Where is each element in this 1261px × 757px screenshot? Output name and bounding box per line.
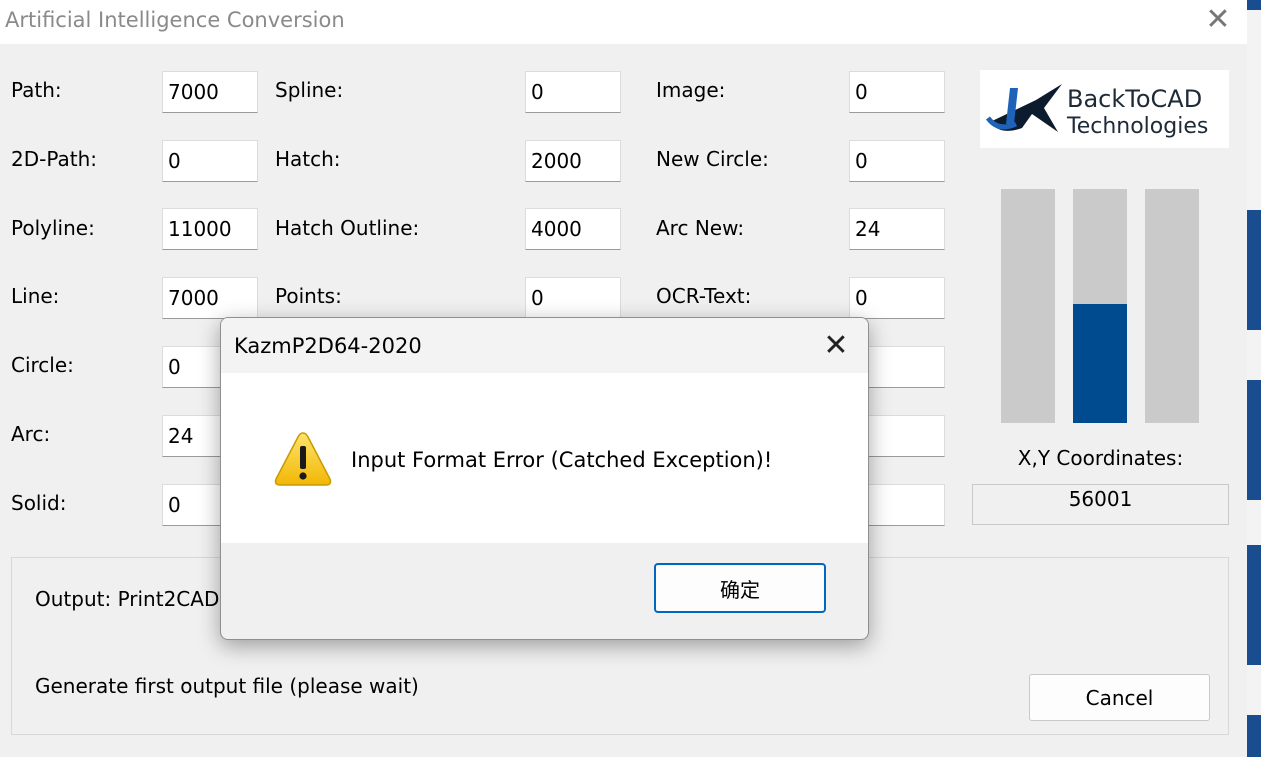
hatch-label: Hatch: xyxy=(275,147,341,171)
arc-label: Arc: xyxy=(11,422,51,446)
image-field[interactable] xyxy=(849,71,945,113)
edge-block xyxy=(1247,0,1261,10)
2d-path-field[interactable] xyxy=(162,140,258,182)
progress-bar-3 xyxy=(1145,189,1199,423)
solid-label: Solid: xyxy=(11,491,67,515)
title-bar: Artificial Intelligence Conversion ✕ xyxy=(0,0,1247,44)
arc-new-field[interactable] xyxy=(849,208,945,250)
line-label: Line: xyxy=(11,284,60,308)
progress-fill xyxy=(1073,303,1127,423)
points-label: Points: xyxy=(275,284,342,308)
path-label: Path: xyxy=(11,78,62,102)
dialog-close-icon[interactable]: ✕ xyxy=(818,328,854,364)
spline-field[interactable] xyxy=(525,71,621,113)
2d-path-label: 2D-Path: xyxy=(11,147,98,171)
edge-block xyxy=(1247,380,1261,500)
ok-button[interactable]: 确定 xyxy=(654,563,826,613)
circle-label: Circle: xyxy=(11,353,74,377)
polyline-field[interactable] xyxy=(162,208,258,250)
logo-mark-icon xyxy=(986,84,1062,132)
window-title: Artificial Intelligence Conversion xyxy=(5,8,345,32)
line-field[interactable] xyxy=(162,277,258,319)
new-circle-label: New Circle: xyxy=(656,147,769,171)
arc-new-label: Arc New: xyxy=(656,216,745,240)
dialog-title: KazmP2D64-2020 xyxy=(234,334,422,358)
error-dialog: KazmP2D64-2020 ✕ Input Format Error (Cat… xyxy=(220,317,869,640)
edge-block xyxy=(1247,210,1261,330)
logo-text-line1: BackToCAD xyxy=(1067,85,1203,113)
ocr-text-label: OCR-Text: xyxy=(656,284,752,308)
edge-block xyxy=(1247,545,1261,665)
hatch-outline-field[interactable] xyxy=(525,208,621,250)
polyline-label: Polyline: xyxy=(11,216,95,240)
path-field[interactable] xyxy=(162,71,258,113)
cancel-button[interactable]: Cancel xyxy=(1029,674,1210,721)
image-label: Image: xyxy=(656,78,726,102)
dialog-body: Input Format Error (Catched Exception)! xyxy=(221,373,868,543)
window-close-icon[interactable]: ✕ xyxy=(1203,4,1233,36)
warning-icon xyxy=(274,432,332,486)
hatch-field[interactable] xyxy=(525,140,621,182)
spline-label: Spline: xyxy=(275,78,344,102)
edge-block xyxy=(1247,715,1261,757)
new-circle-field[interactable] xyxy=(849,140,945,182)
background-window-edge xyxy=(1247,0,1261,757)
ocr-text-field[interactable] xyxy=(849,277,945,319)
hatch-outline-label: Hatch Outline: xyxy=(275,216,420,240)
logo-text-line2: Technologies xyxy=(1067,114,1209,139)
status-text: Generate first output file (please wait) xyxy=(35,674,419,698)
points-field[interactable] xyxy=(525,277,621,319)
progress-bar-1 xyxy=(1001,189,1055,423)
dialog-message: Input Format Error (Catched Exception)! xyxy=(351,448,773,472)
progress-bar-2 xyxy=(1073,189,1127,423)
dialog-title-bar: KazmP2D64-2020 ✕ xyxy=(221,318,868,373)
coordinates-label: X,Y Coordinates: xyxy=(1017,446,1184,470)
coordinates-value: 56001 xyxy=(972,484,1229,525)
backtocad-logo: BackToCAD Technologies xyxy=(980,70,1229,148)
output-text: Output: Print2CAD- xyxy=(35,587,227,611)
